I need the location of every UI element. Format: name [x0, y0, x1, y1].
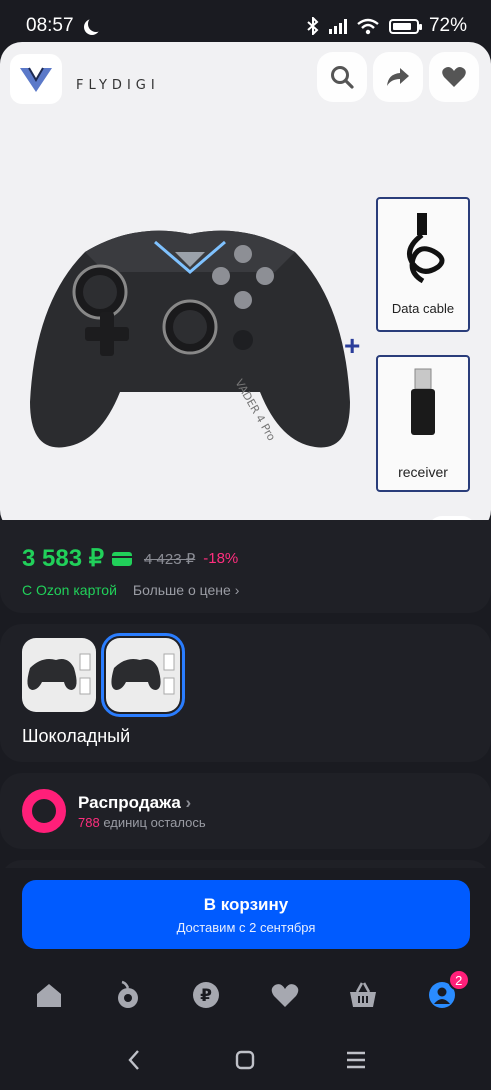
more-about-price-label: Больше о цене	[132, 582, 231, 598]
delivery-date: Доставим с 2 сентября	[176, 920, 316, 935]
signal-icon	[328, 18, 347, 34]
ozon-card-icon	[112, 551, 132, 566]
recents-menu-icon[interactable]	[344, 1048, 368, 1072]
back-icon[interactable]	[123, 1048, 147, 1072]
chevron-right-icon: ›	[234, 582, 240, 598]
favorite-button[interactable]	[429, 52, 479, 102]
color-variants: Шоколадный	[0, 624, 491, 762]
tab-finance[interactable]: ₽	[184, 973, 228, 1017]
battery-icon	[388, 18, 422, 34]
tab-fresh[interactable]	[106, 973, 150, 1017]
flydigi-logo	[10, 54, 62, 104]
current-price: 3 583 ₽	[22, 545, 104, 572]
sale-banner[interactable]: Распродажа › 788 единиц осталось	[0, 773, 491, 849]
ozon-card-note: С Ozon картой	[22, 582, 117, 598]
sale-title: Распродажа	[78, 792, 181, 812]
receiver-label: receiver	[398, 464, 448, 480]
search-button[interactable]	[317, 52, 367, 102]
variant-name: Шоколадный	[22, 726, 131, 746]
tab-home[interactable]	[27, 973, 71, 1017]
old-price: 4 423 ₽	[144, 550, 196, 568]
home-square-icon[interactable]	[233, 1048, 257, 1072]
ruble-icon: ₽	[193, 982, 220, 1008]
share-arrow-icon	[387, 68, 409, 86]
data-cable-label: Data cable	[391, 301, 455, 316]
product-image-gallery[interactable]: FLYDIGI VADER 4 Pro + Data cable receive…	[0, 42, 491, 532]
share-button[interactable]	[373, 52, 423, 102]
home-icon	[37, 984, 62, 1007]
svg-text:₽: ₽	[200, 986, 212, 1006]
bottom-tab-bar: ₽ 2	[0, 966, 491, 1024]
more-about-price-link[interactable]: Больше о цене ›	[133, 582, 239, 598]
search-icon	[331, 66, 354, 89]
wifi-icon	[357, 18, 379, 34]
heart-icon	[271, 984, 299, 1007]
discount-badge: -18%	[203, 550, 239, 567]
price-block: 3 583 ₽ 4 423 ₽ -18% С Ozon картой Больш…	[0, 520, 491, 613]
stock-ring-icon	[22, 789, 66, 833]
add-to-cart-label: В корзину	[203, 895, 289, 914]
fresh-apple-icon	[117, 980, 138, 1008]
heart-icon	[442, 67, 466, 87]
stock-remaining-text: единиц осталось	[103, 814, 206, 830]
plus-sign: +	[344, 330, 361, 361]
gamepad-thumb-image	[27, 653, 91, 695]
cable-icon	[407, 213, 445, 284]
add-to-cart-button[interactable]: В корзину Доставим с 2 сентября	[22, 880, 470, 949]
tab-favorites[interactable]	[263, 973, 307, 1017]
brand-logo-text: FLYDIGI	[76, 78, 160, 93]
tab-cart[interactable]	[341, 973, 385, 1017]
stock-count: 788	[78, 814, 100, 830]
status-time: 08:57	[26, 15, 74, 36]
dnd-moon-icon	[88, 16, 104, 32]
variant-thumb-1[interactable]	[22, 638, 96, 712]
battery-level: 72%	[428, 15, 467, 36]
system-nav-bar	[0, 1030, 491, 1090]
data-cable-box: Data cable	[376, 197, 470, 332]
usb-receiver-icon	[411, 368, 435, 435]
chevron-right-icon: ›	[185, 792, 192, 812]
tab-profile[interactable]: 2	[420, 969, 470, 1017]
gamepad-thumb-image	[111, 653, 175, 695]
variant-thumb-2-selected[interactable]	[101, 633, 185, 717]
basket-icon	[350, 982, 377, 1007]
receiver-box: receiver	[376, 355, 470, 492]
bluetooth-icon	[307, 17, 319, 35]
gamepad-image: VADER 4 Pro	[30, 230, 350, 448]
profile-notification-badge: 2	[447, 969, 470, 991]
